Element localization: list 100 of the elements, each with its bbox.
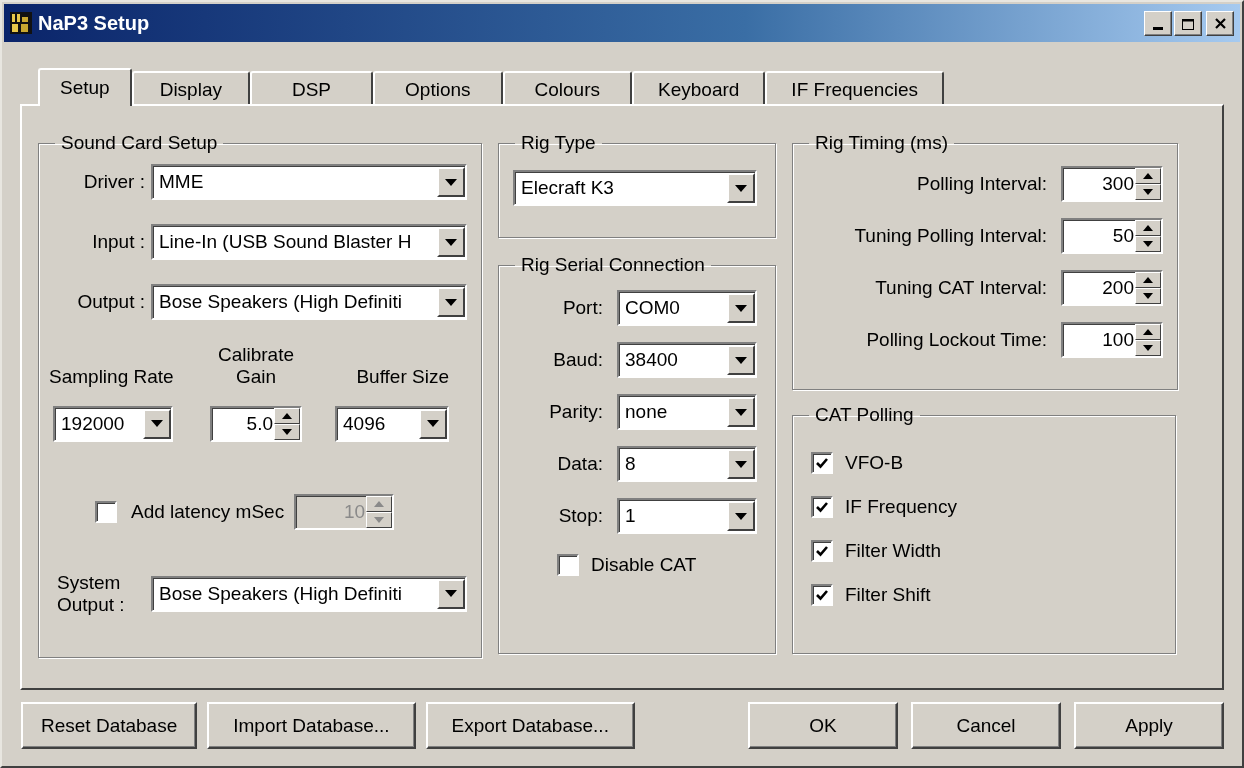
- check-icon: [815, 544, 829, 558]
- spin-up-button[interactable]: [1135, 220, 1161, 236]
- spin-box[interactable]: 50: [1061, 218, 1163, 254]
- tab[interactable]: Options: [373, 71, 503, 104]
- spin-box[interactable]: 300: [1061, 166, 1163, 202]
- field-label: System Output :: [56, 571, 126, 616]
- checkbox[interactable]: [811, 496, 833, 518]
- tab[interactable]: Display: [131, 71, 250, 104]
- up-arrow-icon: [1143, 173, 1153, 179]
- group-title: Rig Type: [520, 132, 597, 154]
- dropdown[interactable]: Bose Speakers (High Definiti: [151, 575, 467, 612]
- down-arrow-icon: [1143, 293, 1153, 299]
- field-label: Buffer Size: [356, 365, 449, 388]
- group-title: CAT Polling: [814, 404, 915, 426]
- down-arrow-icon: [282, 428, 292, 435]
- tab[interactable]: IF Frequencies: [765, 71, 945, 104]
- dropdown[interactable]: 192000: [53, 405, 173, 442]
- field-label: Port:: [561, 297, 604, 319]
- checkbox-label: IF Frequency: [845, 496, 957, 518]
- dropdown[interactable]: Bose Speakers (High Definiti: [151, 284, 467, 320]
- down-arrow-icon: [1143, 189, 1153, 195]
- caret-icon: [735, 408, 747, 416]
- checkbox-label: Filter Width: [845, 540, 942, 562]
- caret-icon: [735, 512, 747, 520]
- spin-down-button[interactable]: [1135, 340, 1161, 356]
- spin-up-button[interactable]: [1135, 324, 1161, 340]
- dropdown[interactable]: Line-In (USB Sound Blaster H: [151, 224, 467, 260]
- dropdown[interactable]: 8: [617, 446, 757, 482]
- minimize-icon: [1153, 26, 1163, 30]
- caret-icon: [735, 184, 747, 192]
- field-label: Output :: [76, 291, 146, 313]
- check-icon: [815, 456, 829, 470]
- push-button[interactable]: Export Database...: [425, 702, 635, 749]
- minimize-button[interactable]: [1144, 10, 1172, 36]
- check-icon: [815, 588, 829, 602]
- spin-down-button[interactable]: [1135, 184, 1161, 200]
- spin-down-button[interactable]: [1135, 288, 1161, 304]
- dropdown[interactable]: 38400: [617, 342, 757, 378]
- push-button[interactable]: Apply: [1074, 702, 1224, 749]
- checkbox-label: Add latency mSec: [131, 500, 285, 523]
- tab[interactable]: Keyboard: [632, 71, 766, 104]
- group-title: Rig Timing (ms): [814, 132, 949, 154]
- checkbox[interactable]: [811, 452, 833, 474]
- caret-icon: [445, 178, 457, 186]
- field-label: Tuning Polling Interval:: [853, 225, 1048, 247]
- check-icon: [815, 500, 829, 514]
- field-label: Sampling Rate: [49, 365, 174, 388]
- tab[interactable]: Colours: [502, 71, 632, 104]
- group-title: Rig Serial Connection: [520, 254, 706, 276]
- dropdown[interactable]: COM0: [617, 290, 757, 326]
- checkbox[interactable]: [811, 584, 833, 606]
- field-label: Input :: [91, 231, 146, 253]
- field-label: Baud:: [552, 349, 604, 371]
- group-title: Sound Card Setup: [60, 132, 219, 154]
- field-label: Polling Lockout Time:: [865, 329, 1048, 351]
- push-button[interactable]: OK: [748, 702, 898, 749]
- checkbox-label: Disable CAT: [591, 554, 697, 576]
- dropdown[interactable]: none: [617, 394, 757, 430]
- caret-icon: [427, 420, 439, 428]
- maximize-button[interactable]: [1174, 10, 1202, 36]
- tab[interactable]: DSP: [249, 71, 374, 104]
- push-button[interactable]: Import Database...: [207, 702, 416, 749]
- spin-up-button[interactable]: [274, 407, 300, 424]
- tab[interactable]: Setup: [38, 68, 132, 106]
- push-button[interactable]: Cancel: [911, 702, 1061, 749]
- up-arrow-icon: [1143, 225, 1153, 231]
- app-icon: [10, 12, 32, 34]
- push-button[interactable]: Reset Database: [21, 702, 198, 749]
- spin-up-button[interactable]: [1135, 272, 1161, 288]
- field-label: Calibrate Gain: [216, 344, 295, 388]
- caret-icon: [445, 298, 457, 306]
- caret-icon: [735, 304, 747, 312]
- caret-icon: [735, 460, 747, 468]
- caret-icon: [735, 356, 747, 364]
- spin-box[interactable]: 100: [1061, 322, 1163, 358]
- checkbox[interactable]: [557, 554, 579, 576]
- dropdown[interactable]: 1: [617, 498, 757, 534]
- field-label: Stop:: [557, 505, 604, 527]
- dropdown[interactable]: 4096: [335, 405, 449, 442]
- close-button[interactable]: [1206, 10, 1234, 36]
- maximize-icon: [1182, 18, 1194, 30]
- down-arrow-icon: [1143, 345, 1153, 351]
- dropdown[interactable]: MME: [151, 164, 467, 200]
- field-label: Tuning CAT Interval:: [874, 277, 1048, 299]
- close-icon: [1214, 17, 1226, 29]
- spin-box[interactable]: 200: [1061, 270, 1163, 306]
- dropdown[interactable]: Elecraft K3: [513, 170, 757, 206]
- spin-down-button[interactable]: [1135, 236, 1161, 252]
- checkbox[interactable]: [811, 540, 833, 562]
- up-arrow-icon: [374, 500, 385, 507]
- spin-box[interactable]: 5.0: [210, 405, 302, 442]
- up-arrow-icon: [282, 412, 292, 419]
- caret-icon: [445, 238, 457, 246]
- down-arrow-icon: [374, 516, 385, 523]
- field-label: Polling Interval:: [916, 173, 1048, 195]
- down-arrow-icon: [1143, 241, 1153, 247]
- checkbox-label: Filter Shift: [845, 584, 931, 606]
- spin-up-button[interactable]: [1135, 168, 1161, 184]
- caret-icon: [445, 590, 457, 598]
- window-title: NaP3 Setup: [38, 11, 150, 35]
